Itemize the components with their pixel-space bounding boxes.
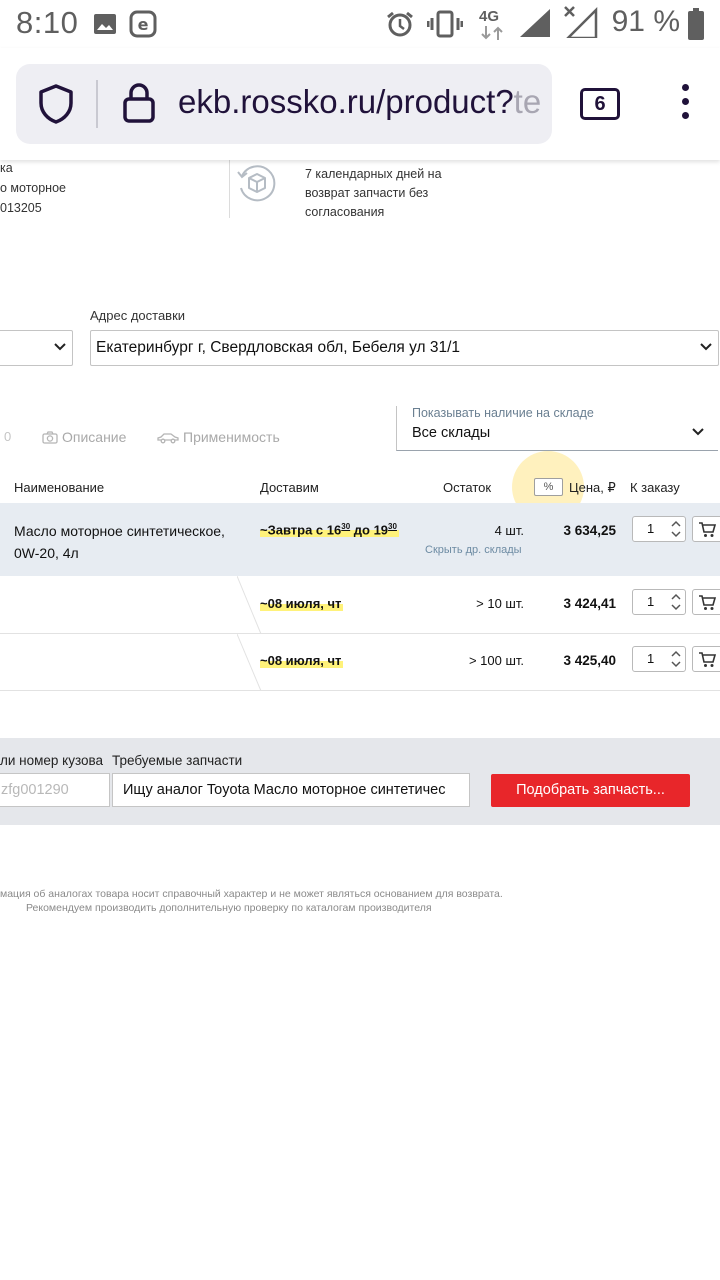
header-price: Цена, ₽ (569, 480, 616, 495)
quantity-stepper[interactable]: 1 (632, 516, 686, 542)
e-app-icon: e (129, 10, 157, 38)
lock-icon[interactable] (122, 82, 156, 124)
parts-request-panel: ли номер кузова zfg001290 Требуемые запч… (0, 738, 720, 825)
product-info-line-1: ка (0, 161, 13, 175)
browser-toolbar: ekb.rossko.ru/product?te 6 (0, 48, 720, 160)
cart-icon (699, 652, 717, 667)
tab-description[interactable]: Описание (42, 429, 126, 445)
battery-icon (688, 8, 704, 40)
camera-icon (42, 431, 58, 444)
data-arrows-icon (481, 26, 503, 40)
network-type: 4G (479, 8, 500, 25)
add-to-cart-button[interactable] (692, 646, 720, 672)
url-text[interactable]: ekb.rossko.ru/product?te (178, 83, 541, 121)
url-main: ekb.rossko.ru/product? (178, 83, 514, 120)
tab-count-button[interactable]: 6 (580, 88, 620, 120)
stock-count: > 100 шт. (468, 653, 524, 668)
price: 3 424,41 (563, 596, 616, 611)
header-delivery: Доставим (260, 480, 319, 495)
quantity-value: 1 (647, 521, 655, 536)
chevron-down-icon (692, 428, 704, 436)
header-name: Наименование (14, 480, 105, 495)
tab-applicability[interactable]: Применимость (157, 429, 280, 445)
stock-filter-label: Показывать наличие на складе (412, 406, 594, 420)
status-bar: 8:10 e 4G 91 % (0, 0, 720, 48)
vin-input[interactable]: zfg001290 (0, 773, 110, 807)
delivery-time: ~08 июля, чт (260, 596, 344, 611)
add-to-cart-button[interactable] (692, 589, 720, 615)
return-box-icon (237, 165, 276, 202)
delivery-address-value: Екатеринбург г, Свердловская обл, Бебеля… (96, 339, 461, 356)
cart-icon (699, 595, 717, 610)
product-info-line-2: о моторное (0, 181, 66, 195)
disclaimer: мация об аналогах товара носит справочны… (0, 887, 520, 915)
chevron-down-icon (54, 343, 66, 351)
percent-toggle[interactable]: % (534, 478, 563, 496)
disclaimer-line-2: Рекомендуем производить дополнительную п… (26, 902, 432, 914)
info-divider (229, 160, 230, 218)
stepper-arrows-icon[interactable] (670, 592, 682, 612)
quantity-value: 1 (647, 594, 655, 609)
table-row: ~08 июля, чт > 10 шт. 3 424,41 1 (0, 576, 720, 634)
delivery-time: ~Завтра с 1630 до 1930 (260, 522, 399, 538)
cart-icon (699, 522, 717, 537)
quantity-value: 1 (647, 651, 655, 666)
vibrate-icon (427, 10, 463, 38)
car-icon (157, 433, 179, 444)
signal-icon (520, 9, 550, 37)
browser-menu-button[interactable] (676, 84, 694, 124)
svg-text:e: e (138, 15, 149, 34)
no-signal-icon (564, 6, 598, 38)
delivery-address-label: Адрес доставки (90, 308, 186, 323)
alarm-icon (387, 11, 413, 37)
stepper-arrows-icon[interactable] (670, 519, 682, 539)
shield-icon[interactable] (38, 84, 74, 124)
return-policy-text: 7 календарных дней на возврат запчасти б… (305, 167, 442, 219)
chevron-down-icon (700, 343, 712, 351)
delivery-minutes-2: 30 (388, 522, 397, 531)
address-bar-divider (96, 80, 98, 128)
delivery-mid: до 19 (350, 522, 389, 538)
tab-applicability-label: Применимость (183, 429, 280, 445)
vin-placeholder: zfg001290 (1, 782, 69, 798)
delivery-minutes-1: 30 (341, 522, 351, 531)
find-parts-button[interactable]: Подобрать запчасть... (491, 774, 690, 807)
parts-label: Требуемые запчасти (112, 753, 243, 768)
product-info: ка о моторное 013205 (0, 160, 66, 218)
hide-other-warehouses-link[interactable]: Скрыть др. склады (425, 544, 522, 556)
stock-filter-select[interactable]: Показывать наличие на складе Все склады (396, 406, 718, 451)
tab-description-label: Описание (62, 429, 127, 445)
image-icon (94, 14, 116, 34)
battery-percent: 91 % (611, 5, 680, 38)
add-to-cart-button[interactable] (692, 516, 720, 542)
parts-input[interactable]: Ищу аналог Toyota Масло моторное синтети… (112, 773, 470, 807)
header-stock: Остаток (443, 480, 492, 495)
delivery-prefix: ~Завтра с 16 (260, 522, 342, 538)
parts-value: Ищу аналог Toyota Масло моторное синтети… (123, 782, 446, 798)
left-select[interactable] (0, 330, 73, 366)
quantity-stepper[interactable]: 1 (632, 589, 686, 615)
address-bar[interactable]: ekb.rossko.ru/product?te (16, 64, 552, 144)
header-order: К заказу (630, 480, 680, 495)
status-time: 8:10 (16, 5, 79, 40)
table-row: Масло моторное синтетическое, 0W-20, 4л … (0, 503, 720, 576)
product-name[interactable]: Масло моторное синтетическое, 0W-20, 4л (14, 520, 244, 564)
tab-count-zero: 0 (4, 429, 12, 444)
table-row: ~08 июля, чт > 100 шт. 3 425,40 1 (0, 634, 720, 691)
stock-count: > 10 шт. (476, 596, 524, 611)
delivery-address-select[interactable]: Екатеринбург г, Свердловская обл, Бебеля… (90, 330, 719, 366)
vin-label: ли номер кузова (0, 753, 104, 768)
product-info-line-3: 013205 (0, 201, 42, 215)
price: 3 634,25 (563, 523, 616, 538)
url-faded: te (513, 83, 542, 120)
price: 3 425,40 (563, 653, 616, 668)
stepper-arrows-icon[interactable] (670, 649, 682, 669)
quantity-stepper[interactable]: 1 (632, 646, 686, 672)
delivery-time: ~08 июля, чт (260, 653, 344, 668)
disclaimer-line-1: мация об аналогах товара носит справочны… (0, 888, 503, 900)
stock-count: 4 шт. (494, 523, 524, 538)
stock-filter-value: Все склады (412, 425, 491, 441)
